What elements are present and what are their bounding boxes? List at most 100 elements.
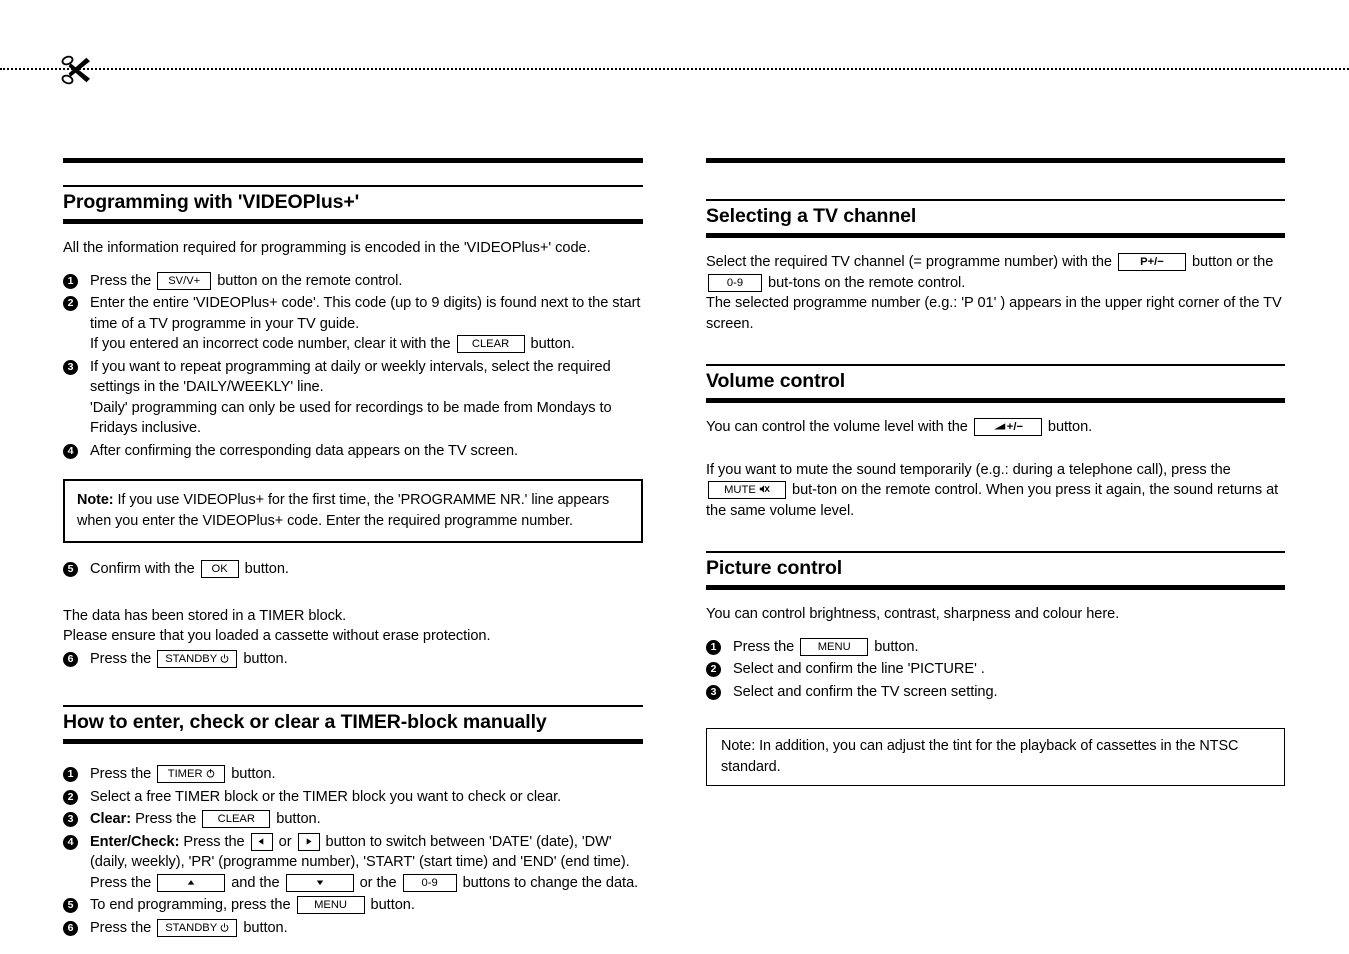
note-box-picture: Note: In addition, you can adjust the ti…	[706, 728, 1285, 786]
power-icon	[220, 653, 229, 663]
r-s1-text-a: Select the required TV channel (= progra…	[706, 254, 1116, 270]
step-number: 1	[63, 767, 78, 782]
r-s2-text-b: button.	[1043, 419, 1093, 435]
step-text: Select and confirm the line 'PICTURE' .	[733, 661, 985, 677]
step-text: To end programming, press the MENU butto…	[90, 896, 415, 914]
key-clear[interactable]: CLEAR	[456, 335, 525, 353]
key-clear-2[interactable]: CLEAR	[202, 810, 271, 828]
left-triangle-icon	[258, 837, 264, 845]
list-item: 3 Select and confirm the TV screen setti…	[706, 682, 1285, 703]
left-column: Programming with 'VIDEOPlus+' All the in…	[63, 158, 643, 938]
list-item: 4 After confirming the corresponding dat…	[63, 441, 643, 462]
r-s2-text-c: If you want to mute the sound temporaril…	[706, 461, 1231, 478]
step-number: 6	[63, 651, 78, 667]
r-section3-intro: You can control brightness, contrast, sh…	[706, 606, 1120, 622]
list-item: 1 Press the TIMER button.	[63, 764, 643, 785]
key-0-9[interactable]: 0-9	[402, 873, 457, 892]
right-column: Selecting a TV channel Select the requir…	[706, 158, 1285, 786]
step-number: 2	[63, 296, 78, 311]
r-s2-text-a: You can control the volume level with th…	[706, 419, 972, 435]
key-standby-label: STANDBY	[165, 652, 218, 665]
step-text: Enter the entire 'VIDEOPlus+ code'. This…	[90, 295, 641, 332]
list-item: 2 Select a free TIMER block or the TIMER…	[63, 787, 643, 808]
r-section1-body-1: Select the required TV channel (= progra…	[706, 252, 1285, 293]
r-section2-body-2: If you want to mute the sound temporaril…	[706, 460, 1285, 522]
step-number: 5	[63, 898, 78, 913]
key-menu[interactable]: MENU	[296, 896, 365, 914]
section2-title: How to enter, check or clear a TIMER-blo…	[63, 711, 547, 733]
key-standby[interactable]: STANDBY	[157, 649, 238, 668]
section1-step6: 6 Press the STANDBY button.	[63, 649, 643, 670]
step-number: 4	[63, 834, 78, 850]
step-text: Press the MENU button.	[733, 637, 919, 656]
key-timer-label: TIMER	[167, 768, 203, 780]
r-s1-text-b: button or the	[1187, 254, 1274, 270]
list-item: 6 Press the STANDBY button.	[63, 649, 643, 670]
step-text-2: If you entered an incorrect code number,…	[90, 335, 575, 353]
section1-intro: All the information required for program…	[63, 240, 591, 256]
step-text: Confirm with the OK button.	[90, 560, 289, 578]
key-standby-2-label: STANDBY	[165, 921, 218, 934]
r-section1-title: Selecting a TV channel	[706, 205, 917, 227]
list-item: 6 Press the STANDBY button.	[63, 918, 643, 939]
key-p-plusminus-label: +/−	[1147, 256, 1164, 268]
page-title: Programming with 'VIDEOPlus+'	[63, 191, 360, 213]
speaker-wedge-icon	[993, 423, 1006, 430]
section2-steps: 1 Press the TIMER button. 2 Select a fre…	[63, 764, 643, 938]
step-number: 1	[706, 639, 721, 655]
key-right[interactable]	[297, 832, 320, 851]
r-s2-text-d: but-ton on the remote control. When you …	[706, 482, 1279, 519]
key-left[interactable]	[250, 832, 273, 851]
key-volume[interactable]: +/−	[973, 418, 1042, 436]
r-section3-steps: 1 Press the MENU button. 2 Select and co…	[706, 637, 1285, 703]
step-number: 4	[63, 443, 78, 459]
list-item: 5 To end programming, press the MENU but…	[63, 895, 643, 916]
note-text: Note: In addition, you can adjust the ti…	[721, 738, 1239, 775]
note-label: Note:	[77, 492, 114, 508]
step-text: Press the STANDBY button.	[90, 918, 288, 937]
key-p-plus-minus[interactable]: P+/−	[1117, 253, 1186, 271]
step-text: Clear: Press the CLEAR button.	[90, 810, 321, 828]
key-timer[interactable]: TIMER	[157, 765, 226, 783]
step-number: 1	[63, 273, 78, 289]
step-text: Enter/Check: Press the or button to swit…	[90, 832, 630, 870]
step-number: 3	[63, 812, 78, 827]
step-text: Select and confirm the TV screen setting…	[733, 683, 998, 700]
key-p-label: P	[1140, 256, 1148, 268]
step-text: After confirming the corresponding data …	[90, 442, 519, 459]
step-text: Press the TIMER button.	[90, 765, 276, 783]
section1-step5: 5 Confirm with the OK button.	[63, 559, 643, 580]
step-number: 2	[706, 662, 721, 677]
step-text: Select a free TIMER block or the TIMER b…	[90, 788, 562, 805]
list-item: 4 Enter/Check: Press the or button to sw…	[63, 832, 643, 894]
closing-line-1: The data has been stored in a TIMER bloc…	[63, 607, 347, 624]
key-0-9-r[interactable]: 0-9	[708, 273, 762, 292]
note-text: If you use VIDEOPlus+ for the first time…	[77, 492, 610, 529]
list-item: 3 Clear: Press the CLEAR button.	[63, 809, 643, 830]
list-item: 1 Press the SV/V+ button on the remote c…	[63, 271, 643, 292]
key-up[interactable]	[157, 873, 226, 892]
step-text-2: Press the and the or the 0-9 buttons to …	[90, 873, 639, 892]
key-down[interactable]	[285, 873, 354, 892]
step-number: 3	[706, 684, 721, 700]
document-page: Programming with 'VIDEOPlus+' All the in…	[0, 0, 1349, 954]
key-mute-label: MUTE	[724, 484, 756, 496]
r-section2-title: Volume control	[706, 370, 846, 392]
key-mute[interactable]: MUTE	[708, 481, 786, 499]
list-item: 1 Press the MENU button.	[706, 637, 1285, 658]
key-ok[interactable]: OK	[200, 560, 239, 578]
list-item: 2 Enter the entire 'VIDEOPlus+ code'. Th…	[63, 293, 643, 355]
power-icon	[220, 922, 229, 932]
key-svv-plus[interactable]: SV/V+	[157, 271, 212, 290]
r-section2-body-1: You can control the volume level with th…	[706, 417, 1285, 438]
key-standby-2[interactable]: STANDBY	[157, 918, 238, 937]
step-label: Enter/Check:	[90, 833, 180, 850]
key-menu-r[interactable]: MENU	[800, 637, 869, 656]
r-section1-body-2: The selected programme number (e.g.: 'P …	[706, 295, 1282, 332]
step-number: 5	[63, 562, 78, 577]
r-s1-text-c: but-tons on the remote control.	[764, 274, 966, 291]
step-text: Press the SV/V+ button on the remote con…	[90, 271, 403, 290]
step-number: 3	[63, 359, 78, 375]
step-text: Press the STANDBY button.	[90, 649, 288, 668]
closing-line-2: Please ensure that you loaded a cassette…	[63, 628, 491, 644]
